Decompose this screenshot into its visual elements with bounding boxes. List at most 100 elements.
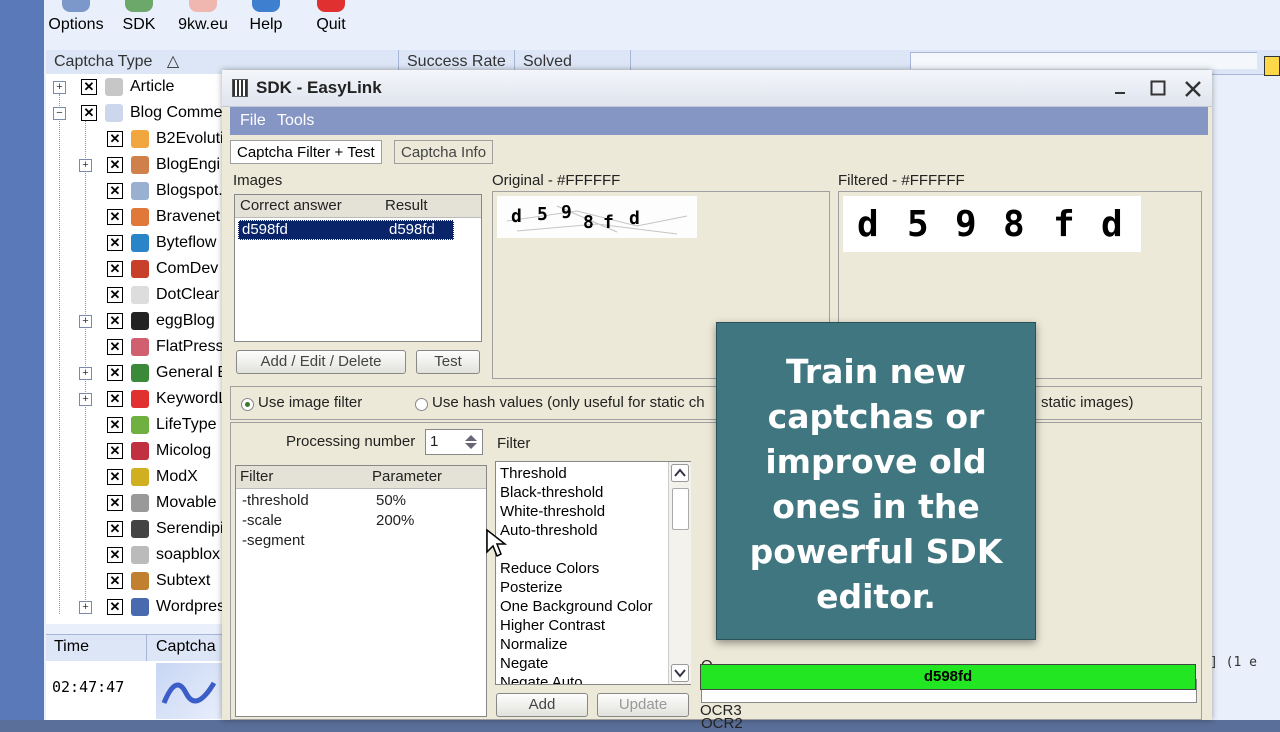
column-correct-answer[interactable]: Correct answer xyxy=(240,197,342,214)
expand-icon[interactable]: + xyxy=(79,393,92,406)
tree-item[interactable]: ✕ DotClear xyxy=(46,282,222,308)
tree-item-checkbox[interactable]: ✕ xyxy=(107,417,123,433)
tree-item[interactable]: + ✕ Wordpres xyxy=(46,594,222,620)
tree-item-checkbox[interactable]: ✕ xyxy=(107,495,123,511)
test-button[interactable]: Test xyxy=(416,350,480,374)
tree-item[interactable]: ✕ Subtext xyxy=(46,568,222,594)
spin-arrows-icon[interactable] xyxy=(462,432,480,452)
pencil-icon[interactable] xyxy=(1264,56,1280,76)
expand-icon[interactable]: + xyxy=(79,315,92,328)
filter-row-param[interactable]: 200% xyxy=(376,512,414,529)
close-button[interactable] xyxy=(1184,80,1202,98)
image-row-selected[interactable]: d598fd d598fd xyxy=(238,220,454,240)
processing-number-stepper[interactable]: 1 xyxy=(425,429,483,455)
tree-item[interactable]: ✕ FlatPress xyxy=(46,334,222,360)
add-edit-delete-button[interactable]: Add / Edit / Delete xyxy=(236,350,406,374)
filter-list-scrollbar[interactable] xyxy=(668,462,691,684)
tree-item[interactable]: + ✕ KeywordL xyxy=(46,386,222,412)
tree-item[interactable]: + ✕ eggBlog xyxy=(46,308,222,334)
filter-row-param[interactable]: 50% xyxy=(376,492,406,509)
filter-option[interactable]: Negate xyxy=(500,654,548,673)
tree-item[interactable]: ✕ Movable xyxy=(46,490,222,516)
row-result: d598fd xyxy=(389,221,435,238)
scroll-thumb[interactable] xyxy=(672,488,689,530)
tree-item-checkbox[interactable]: ✕ xyxy=(107,443,123,459)
filter-option[interactable]: White-threshold xyxy=(500,502,605,521)
site-button[interactable]: 9kw.eu xyxy=(176,0,230,44)
collapse-icon[interactable]: − xyxy=(53,107,66,120)
update-filter-button[interactable]: Update xyxy=(597,693,689,717)
menu-file[interactable]: File xyxy=(240,107,266,135)
help-button[interactable]: Help xyxy=(248,0,284,44)
tree-item-checkbox[interactable]: ✕ xyxy=(107,365,123,381)
tree-item-checkbox[interactable]: ✕ xyxy=(107,599,123,615)
filter-row-name[interactable]: -segment xyxy=(242,532,305,549)
tree-item-checkbox[interactable]: ✕ xyxy=(81,105,97,121)
tree-item-checkbox[interactable]: ✕ xyxy=(107,313,123,329)
scroll-down-icon[interactable] xyxy=(671,664,689,682)
tree-item-checkbox[interactable]: ✕ xyxy=(107,261,123,277)
filter-option[interactable]: Normalize xyxy=(500,635,568,654)
minimize-button[interactable] xyxy=(1112,80,1128,96)
tree-item[interactable]: ✕ Serendipi xyxy=(46,516,222,542)
tab-captcha-info[interactable]: Captcha Info xyxy=(394,140,494,164)
original-captcha-image: d 5 9 8 f d xyxy=(497,196,697,238)
use-hash-radio[interactable] xyxy=(415,398,428,411)
filter-row-name[interactable]: -scale xyxy=(242,512,282,529)
tree-item-checkbox[interactable]: ✕ xyxy=(107,131,123,147)
sdk-button[interactable]: SDK xyxy=(118,0,160,44)
tree-item[interactable]: + ✕ General B xyxy=(46,360,222,386)
tree-item[interactable]: − ✕ Blog Commen xyxy=(46,100,222,126)
tree-item-checkbox[interactable]: ✕ xyxy=(107,391,123,407)
filter-option[interactable]: Auto-threshold xyxy=(500,521,598,540)
column-parameter[interactable]: Parameter xyxy=(372,468,442,485)
tree-item[interactable]: ✕ Byteflow xyxy=(46,230,222,256)
column-filter[interactable]: Filter xyxy=(240,468,273,485)
column-result[interactable]: Result xyxy=(385,197,428,214)
expand-icon[interactable]: + xyxy=(53,81,66,94)
filter-option[interactable]: Higher Contrast xyxy=(500,616,605,635)
tree-item-checkbox[interactable]: ✕ xyxy=(107,469,123,485)
filter-option[interactable]: Reduce Colors xyxy=(500,559,599,578)
filter-option[interactable]: Black-threshold xyxy=(500,483,603,502)
tree-item[interactable]: ✕ soapblox xyxy=(46,542,222,568)
tree-item-checkbox[interactable]: ✕ xyxy=(107,157,123,173)
expand-icon[interactable]: + xyxy=(79,159,92,172)
tree-item-checkbox[interactable]: ✕ xyxy=(107,547,123,563)
tree-item[interactable]: ✕ Micolog xyxy=(46,438,222,464)
tree-item[interactable]: + ✕ Article xyxy=(46,74,222,100)
scroll-up-icon[interactable] xyxy=(671,464,689,482)
tree-item-checkbox[interactable]: ✕ xyxy=(107,339,123,355)
sdk-titlebar[interactable]: SDK - EasyLink xyxy=(222,70,1212,107)
expand-icon[interactable]: + xyxy=(79,367,92,380)
tree-item-checkbox[interactable]: ✕ xyxy=(107,183,123,199)
tree-item-checkbox[interactable]: ✕ xyxy=(107,209,123,225)
tree-item-checkbox[interactable]: ✕ xyxy=(81,79,97,95)
use-image-filter-radio[interactable] xyxy=(241,398,254,411)
tree-item[interactable]: + ✕ BlogEngi xyxy=(46,152,222,178)
filter-row-name[interactable]: -threshold xyxy=(242,492,309,509)
filter-option[interactable]: Posterize xyxy=(500,578,563,597)
tree-item[interactable]: ✕ Bravenet xyxy=(46,204,222,230)
tree-item[interactable]: ✕ Blogspot. xyxy=(46,178,222,204)
filter-option[interactable]: Negate Auto xyxy=(500,673,583,684)
filter-option[interactable]: One Background Color xyxy=(500,597,653,616)
tree-item-checkbox[interactable]: ✕ xyxy=(107,521,123,537)
tree-item-checkbox[interactable]: ✕ xyxy=(107,287,123,303)
expand-icon[interactable]: + xyxy=(79,601,92,614)
tree-item-checkbox[interactable]: ✕ xyxy=(107,235,123,251)
quit-button[interactable]: Quit xyxy=(312,0,350,44)
tree-item[interactable]: ✕ ModX xyxy=(46,464,222,490)
tab-captcha-filter-test[interactable]: Captcha Filter + Test xyxy=(230,140,382,164)
tree-item-checkbox[interactable]: ✕ xyxy=(107,573,123,589)
tree-item[interactable]: ✕ ComDev xyxy=(46,256,222,282)
options-button[interactable]: Options xyxy=(46,0,106,44)
menu-tools[interactable]: Tools xyxy=(277,107,314,135)
maximize-button[interactable] xyxy=(1150,80,1166,96)
tree-item[interactable]: ✕ B2Evoluti xyxy=(46,126,222,152)
column-time[interactable]: Time xyxy=(54,638,89,656)
filter-option[interactable]: Threshold xyxy=(500,464,567,483)
column-captcha[interactable]: Captcha xyxy=(156,638,216,656)
tree-item[interactable]: ✕ LifeType xyxy=(46,412,222,438)
add-filter-button[interactable]: Add xyxy=(496,693,588,717)
